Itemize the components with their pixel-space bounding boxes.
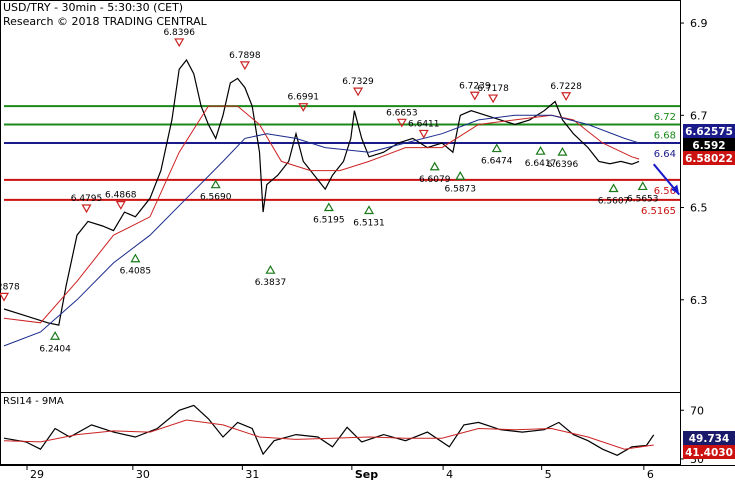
up-marker: [455, 171, 466, 180]
y-tick-label: 6.5: [690, 202, 708, 215]
up-marker: [491, 143, 502, 153]
price-tag-label: 41.4030: [685, 447, 733, 459]
marker-label: 6.6396: [547, 160, 579, 170]
marker-label: 6.7898: [229, 51, 261, 61]
marker-label: 6.8396: [163, 28, 195, 38]
up-marker: [557, 146, 568, 156]
level-label-6.5165: 6.5165: [641, 206, 676, 217]
marker-label: 6.3837: [255, 278, 287, 288]
up-marker: [323, 202, 334, 212]
series-ma-fast: [3, 105, 640, 324]
marker-label: 6.6411: [408, 119, 440, 129]
down-marker: [418, 129, 429, 139]
up-marker: [50, 331, 61, 340]
marker-label: 6.7178: [477, 84, 509, 94]
up-marker: [130, 253, 141, 263]
price-tag-label: 6.58022: [685, 153, 733, 165]
up-marker: [637, 181, 648, 191]
up-marker: [210, 179, 221, 189]
x-tick-label: 29: [30, 468, 44, 480]
series-ma-slow: [3, 114, 640, 347]
up-marker: [429, 161, 440, 171]
price-tag-label: 6.62575: [685, 126, 733, 138]
up-marker: [363, 205, 375, 215]
marker-label: 6.6474: [481, 157, 513, 167]
down-marker: [115, 201, 126, 210]
up-marker: [535, 145, 546, 155]
marker-label: 6.5873: [445, 184, 477, 194]
y-tick-label: 6.7: [690, 109, 708, 122]
x-tick-label: 6: [647, 468, 654, 480]
marker-label: 6.7228: [550, 82, 582, 92]
y-tick-label: 70: [690, 404, 704, 417]
marker-label: 6.7329: [342, 77, 374, 87]
price-tag-label: 6.592: [692, 140, 725, 152]
marker-label: 6.2878: [0, 282, 20, 292]
x-tick-label: 5: [545, 468, 552, 480]
marker-label: 6.4868: [105, 191, 137, 201]
down-marker: [0, 292, 10, 302]
down-marker: [239, 61, 250, 71]
marker-label: 6.6079: [419, 175, 451, 185]
x-tick-label: Sep: [355, 468, 378, 480]
marker-label: 6.6653: [386, 108, 418, 118]
marker-label: 6.4085: [120, 267, 152, 277]
marker-label: 6.2404: [39, 344, 71, 354]
marker-label: 6.5195: [313, 216, 345, 226]
marker-label: 6.5131: [353, 218, 385, 228]
down-marker: [561, 92, 572, 101]
marker-label: 6.4795: [71, 194, 103, 204]
marker-label: 6.5607: [598, 197, 630, 207]
level-label-6.64: 6.64: [654, 149, 676, 160]
y-tick-label: 6.9: [690, 17, 708, 30]
marker-label: 6.6991: [288, 93, 320, 103]
x-tick-label: 30: [136, 468, 150, 480]
down-marker: [81, 204, 92, 214]
down-marker: [488, 94, 499, 104]
series-price: [3, 58, 640, 326]
marker-label: 6.5653: [627, 194, 659, 204]
chart-frame: [0, 0, 681, 465]
up-marker: [265, 264, 276, 274]
series-rsi14: [3, 404, 655, 456]
up-marker: [608, 183, 619, 193]
down-marker: [298, 103, 309, 112]
y-tick-label: 6.3: [690, 294, 708, 307]
level-label-6.68: 6.68: [654, 131, 676, 142]
level-label-6.72: 6.72: [654, 112, 676, 123]
usdtry-chart: 6.96.76.56.36.726.686.646.566.51656.2878…: [0, 0, 735, 480]
price-tag-label: 49.734: [689, 433, 730, 445]
down-marker: [353, 87, 364, 97]
rsi-title: RSI14 - 9MA: [3, 396, 64, 407]
x-tick-label: 4: [446, 468, 453, 480]
marker-label: 6.5690: [200, 193, 232, 203]
down-marker: [174, 38, 185, 48]
x-tick-label: 31: [245, 468, 259, 480]
